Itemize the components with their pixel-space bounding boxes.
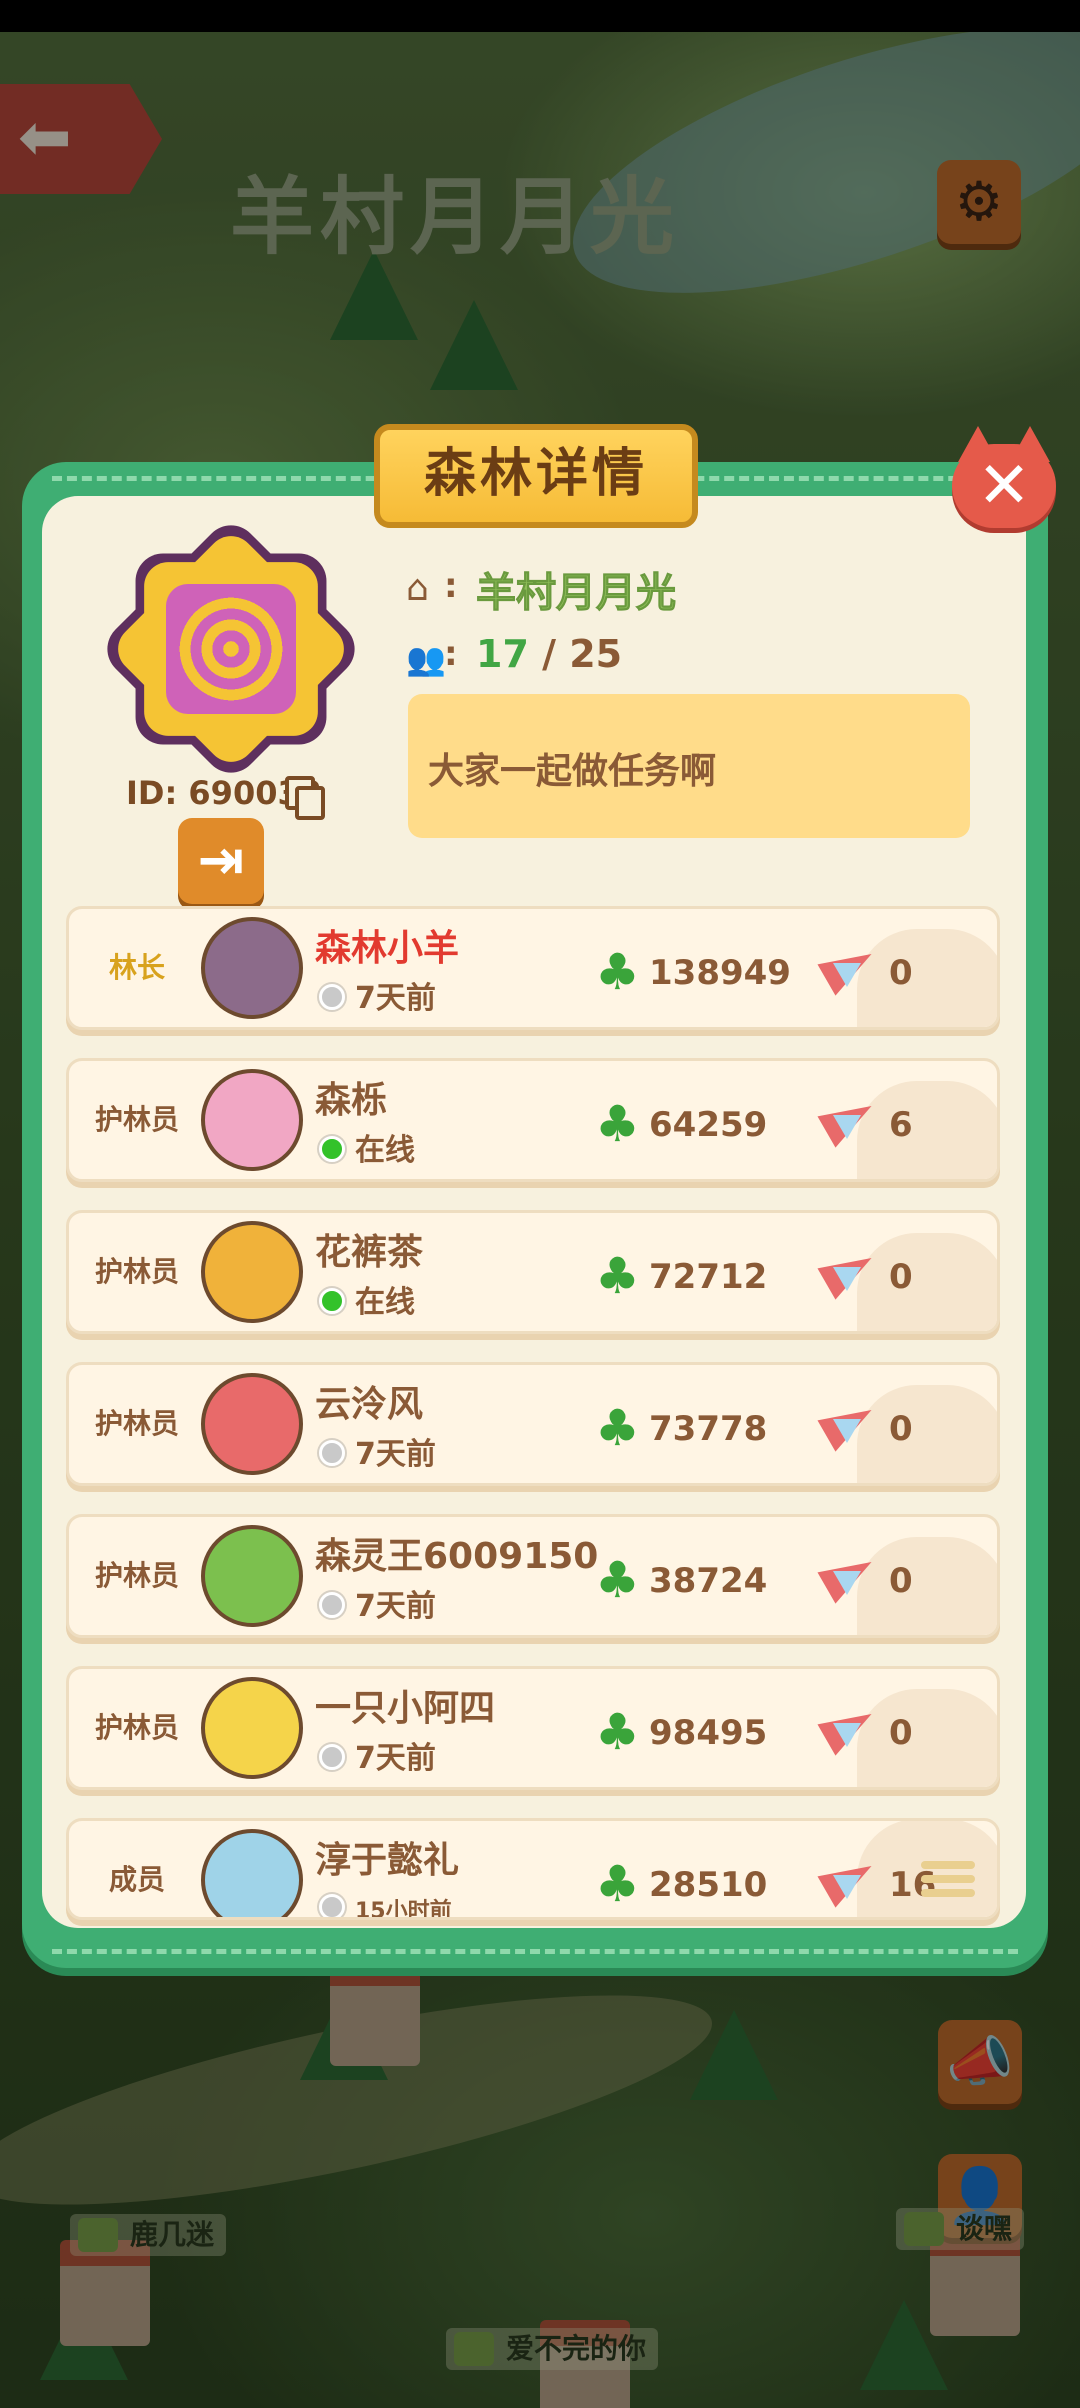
avatar[interactable]: [201, 1373, 303, 1475]
ghost-decoration: [857, 1689, 997, 1787]
member-row[interactable]: 护林员 花裤茶 在线 ♣ 72712 0: [66, 1210, 1000, 1334]
member-count: 17 / 25: [476, 632, 623, 676]
paper-plane-icon[interactable]: [817, 1394, 881, 1452]
member-role: 护林员: [94, 1103, 179, 1136]
offline-dot-icon: [319, 1744, 345, 1770]
online-dot-icon: [319, 1136, 345, 1162]
member-row[interactable]: 成员 淳于懿礼 15小时前 ♣ 28510 16: [66, 1818, 1000, 1920]
member-name: 云泠风: [315, 1384, 424, 1425]
member-score: 64259: [649, 1105, 768, 1145]
paper-plane-icon[interactable]: [817, 938, 881, 996]
avatar[interactable]: [201, 1069, 303, 1171]
exit-icon: ⇥: [197, 828, 245, 893]
clover-icon: ♣: [595, 1095, 640, 1153]
clover-icon: ♣: [595, 1551, 640, 1609]
member-status: 7天前: [319, 1581, 436, 1625]
member-status: 7天前: [319, 973, 436, 1017]
member-likes: 0: [889, 1257, 913, 1297]
clover-icon: ♣: [595, 1247, 640, 1305]
clover-icon: ♣: [595, 1703, 640, 1761]
member-likes: 0: [889, 1713, 913, 1753]
member-name: 淳于懿礼: [315, 1840, 460, 1881]
member-status: 在线: [319, 1277, 415, 1321]
offline-dot-icon: [319, 984, 345, 1010]
clover-icon: ♣: [595, 1855, 640, 1913]
member-likes: 0: [889, 1561, 913, 1601]
clover-icon: ♣: [595, 1399, 640, 1457]
member-role: 护林员: [94, 1255, 179, 1288]
avatar[interactable]: [201, 917, 303, 1019]
offline-dot-icon: [319, 1592, 345, 1618]
member-status: 7天前: [319, 1429, 436, 1473]
member-likes: 0: [889, 953, 913, 993]
member-score: 73778: [649, 1409, 768, 1449]
paper-plane-icon[interactable]: [817, 1546, 881, 1604]
ghost-decoration: [857, 1081, 997, 1179]
member-score: 72712: [649, 1257, 768, 1297]
ghost-decoration: [857, 1385, 997, 1483]
member-name: 花裤茶: [315, 1232, 424, 1273]
close-icon: ✕: [952, 444, 1056, 528]
member-status: 15小时前: [319, 1893, 452, 1917]
offline-dot-icon: [319, 1440, 345, 1466]
member-score: 28510: [649, 1865, 768, 1905]
forest-notice: 大家一起做任务啊: [408, 694, 970, 838]
copy-icon[interactable]: [285, 776, 325, 820]
member-name: 森栎: [315, 1080, 388, 1121]
member-name: 森灵王6009150: [315, 1536, 599, 1577]
forest-emblem: [95, 513, 367, 785]
member-row[interactable]: 林长 森林小羊 7天前 ♣ 138949 0: [66, 906, 1000, 1030]
paper-plane-icon[interactable]: [817, 1242, 881, 1300]
member-likes: 0: [889, 1409, 913, 1449]
member-row[interactable]: 护林员 森灵王6009150 7天前 ♣ 38724 0: [66, 1514, 1000, 1638]
spiral-icon: [176, 594, 286, 704]
member-name: 森林小羊: [315, 928, 460, 969]
member-role: 护林员: [94, 1407, 179, 1440]
ghost-decoration: [857, 1537, 997, 1635]
avatar[interactable]: [201, 1525, 303, 1627]
forest-name: 羊村月月光: [476, 570, 677, 617]
member-likes: 6: [889, 1105, 913, 1145]
ghost-decoration: [857, 1233, 997, 1331]
member-name: 一只小阿四: [315, 1688, 496, 1729]
exit-forest-button[interactable]: ⇥: [178, 818, 264, 904]
member-row[interactable]: 护林员 森栎 在线 ♣ 64259 6: [66, 1058, 1000, 1182]
member-row[interactable]: 护林员 一只小阿四 7天前 ♣ 98495 0: [66, 1666, 1000, 1790]
member-score: 138949: [649, 953, 791, 993]
members-icon: 👥: [406, 640, 446, 678]
paper-plane-icon[interactable]: [817, 1698, 881, 1756]
member-row[interactable]: 护林员 云泠风 7天前 ♣ 73778 0: [66, 1362, 1000, 1486]
member-role: 成员: [108, 1863, 165, 1896]
member-score: 98495: [649, 1713, 768, 1753]
paper-plane-icon[interactable]: [817, 1090, 881, 1148]
dialog-title: 森林详情: [374, 424, 698, 528]
avatar[interactable]: [201, 1829, 303, 1917]
member-score: 38724: [649, 1561, 768, 1601]
close-button[interactable]: ✕: [948, 426, 1060, 530]
online-dot-icon: [319, 1288, 345, 1314]
ghost-decoration: [857, 929, 997, 1027]
offline-dot-icon: [319, 1894, 345, 1917]
member-status: 7天前: [319, 1733, 436, 1777]
member-role: 护林员: [94, 1559, 179, 1592]
menu-icon[interactable]: [921, 1861, 975, 1903]
member-role: 林长: [108, 951, 165, 984]
paper-plane-icon[interactable]: [817, 1850, 881, 1908]
home-icon: ⌂: [406, 568, 429, 609]
clover-icon: ♣: [595, 943, 640, 1001]
member-role: 护林员: [94, 1711, 179, 1744]
member-status: 在线: [319, 1125, 415, 1169]
avatar[interactable]: [201, 1677, 303, 1779]
avatar[interactable]: [201, 1221, 303, 1323]
